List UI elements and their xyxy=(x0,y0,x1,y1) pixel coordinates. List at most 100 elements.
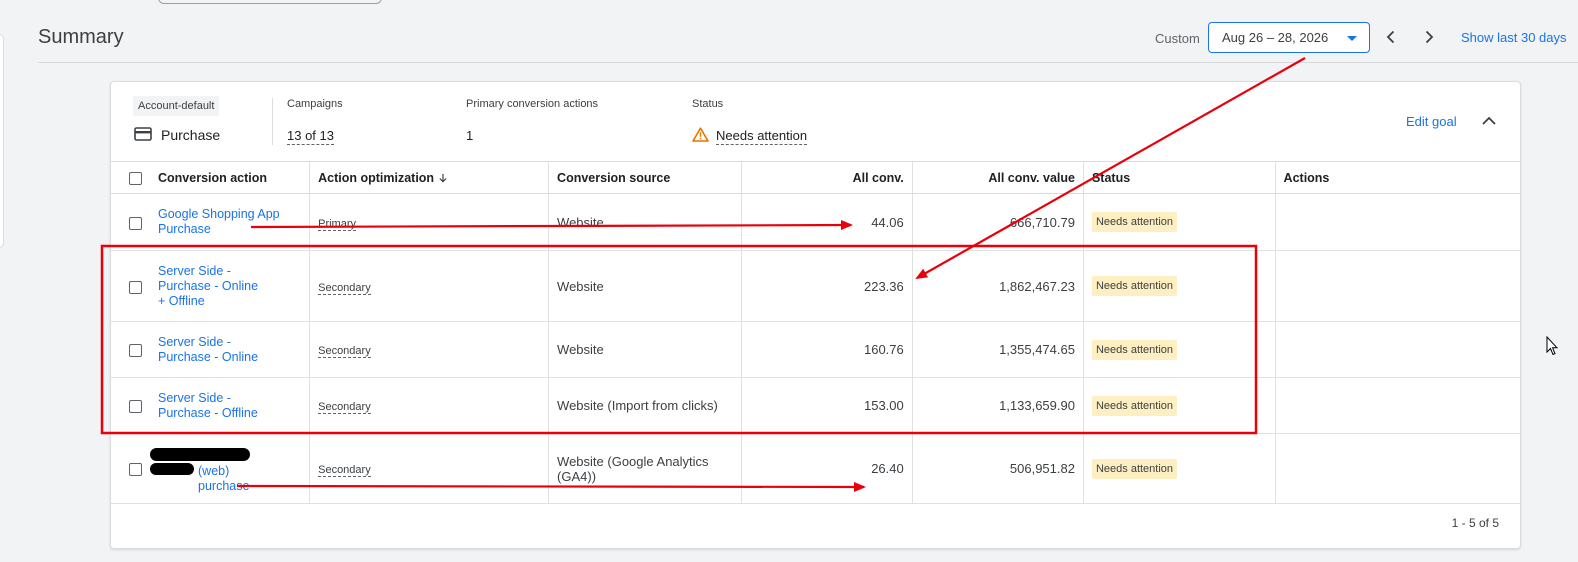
table-row: Server Side - Purchase - Offline Seconda… xyxy=(111,377,1520,434)
conversion-action-cell: Google Shopping App Purchase xyxy=(150,193,310,251)
actions-cell xyxy=(1274,193,1520,251)
mouse-cursor-icon xyxy=(1546,336,1558,356)
table-row: (web) purchase Secondary Website (Google… xyxy=(111,433,1520,504)
action-optimization-value[interactable]: Secondary xyxy=(318,464,371,477)
row-checkbox[interactable] xyxy=(129,463,142,477)
row-checkbox[interactable] xyxy=(129,400,142,414)
campaigns-label: Campaigns xyxy=(287,98,343,110)
select-all-checkbox[interactable] xyxy=(129,171,142,185)
status-badge: Needs attention xyxy=(1091,339,1178,360)
campaigns-value[interactable]: 13 of 13 xyxy=(287,128,334,145)
optimization-cell: Secondary xyxy=(309,321,549,378)
chevron-up-icon[interactable] xyxy=(1479,111,1499,131)
source-cell: Website (Import from clicks) xyxy=(548,377,742,434)
table-header-row: Conversion action Action optimization Co… xyxy=(111,161,1520,194)
conversion-action-cell: Server Side - Purchase - Online xyxy=(150,321,310,378)
status-badge: Needs attention xyxy=(1091,276,1178,296)
actions-cell xyxy=(1274,321,1520,378)
page-root: Summary Custom Aug 26 – 28, 2026 Show la… xyxy=(0,0,1578,562)
optimization-cell: Secondary xyxy=(309,250,549,322)
row-checkbox[interactable] xyxy=(129,344,142,358)
all-conv-cell: 44.06 xyxy=(740,193,913,251)
column-all-conv-value[interactable]: All conv. value xyxy=(911,161,1084,194)
previous-period-button[interactable] xyxy=(1380,26,1402,48)
goal-status-value[interactable]: Needs attention xyxy=(716,128,808,145)
actions-cell xyxy=(1274,433,1520,504)
conversion-action-cell: Server Side - Purchase - Offline xyxy=(150,377,310,434)
goal-divider xyxy=(272,98,273,145)
action-optimization-value[interactable]: Secondary xyxy=(318,401,371,414)
source-cell: Website xyxy=(548,193,742,251)
top-partial-field xyxy=(158,0,382,4)
column-action-optimization-label: Action optimization xyxy=(318,170,435,185)
row-select-cell xyxy=(111,250,150,322)
all-conv-value-cell: 666,710.79 xyxy=(911,193,1084,251)
range-type-label: Custom xyxy=(1155,31,1200,46)
credit-card-icon xyxy=(134,127,152,141)
all-conv-value-cell: 506,951.82 xyxy=(911,433,1084,504)
optimization-cell: Secondary xyxy=(309,377,549,434)
conversion-actions-table: Conversion action Action optimization Co… xyxy=(111,161,1520,504)
conversion-action-link[interactable]: Server Side - Purchase - Offline xyxy=(158,391,268,421)
row-select-cell xyxy=(111,193,150,251)
title-divider xyxy=(38,62,1578,63)
select-all-cell xyxy=(111,161,150,194)
row-select-cell xyxy=(111,321,150,378)
all-conv-value-cell: 1,355,474.65 xyxy=(911,321,1084,378)
action-optimization-value[interactable]: Secondary xyxy=(318,281,371,295)
column-all-conv[interactable]: All conv. xyxy=(740,161,913,194)
dropdown-caret-icon xyxy=(1347,36,1357,41)
source-cell: Website xyxy=(548,250,742,322)
conversion-action-link[interactable]: Server Side - Purchase - Online xyxy=(158,335,268,365)
action-optimization-value[interactable]: Secondary xyxy=(318,345,371,358)
page-title: Summary xyxy=(38,26,124,48)
action-optimization-value[interactable]: Primary xyxy=(318,217,356,231)
conversion-action-cell: (web) purchase xyxy=(150,433,310,504)
next-period-button[interactable] xyxy=(1418,26,1440,48)
show-last-30-days-link[interactable]: Show last 30 days xyxy=(1461,30,1567,45)
column-status[interactable]: Status xyxy=(1082,161,1276,194)
all-conv-cell: 160.76 xyxy=(740,321,913,378)
conversion-action-link[interactable]: Google Shopping App Purchase xyxy=(158,207,301,237)
actions-cell xyxy=(1274,250,1520,322)
table-row: Google Shopping App Purchase Primary Web… xyxy=(111,193,1520,251)
goal-name: Purchase xyxy=(161,127,221,143)
row-checkbox[interactable] xyxy=(129,216,142,230)
status-cell: Needs attention xyxy=(1082,250,1276,322)
warning-icon xyxy=(692,127,709,142)
conversion-action-link[interactable]: (web) purchase xyxy=(198,464,268,494)
table-row: Server Side - Purchase - Online Secondar… xyxy=(111,321,1520,378)
status-cell: Needs attention xyxy=(1082,321,1276,378)
source-cell: Website (Google Analytics (GA4)) xyxy=(548,433,742,504)
all-conv-value-cell: 1,862,467.23 xyxy=(911,250,1084,322)
sort-arrow-down-icon xyxy=(439,174,447,183)
status-cell: Needs attention xyxy=(1082,377,1276,434)
status-cell: Needs attention xyxy=(1082,193,1276,251)
column-action-optimization[interactable]: Action optimization xyxy=(309,161,549,194)
primary-actions-value: 1 xyxy=(466,128,474,143)
goal-category-chip: Account-default xyxy=(133,96,220,116)
status-cell: Needs attention xyxy=(1082,433,1276,504)
edit-goal-button[interactable]: Edit goal xyxy=(1406,114,1457,129)
all-conv-cell: 153.00 xyxy=(740,377,913,434)
left-partial-panel xyxy=(0,34,4,248)
date-range-value: Aug 26 – 28, 2026 xyxy=(1222,30,1329,45)
row-select-cell xyxy=(111,433,150,504)
conversion-source-value: Website (Google Analytics (GA4)) xyxy=(557,453,709,484)
optimization-cell: Secondary xyxy=(309,433,549,504)
source-cell: Website xyxy=(548,321,742,378)
column-conversion-source[interactable]: Conversion source xyxy=(548,161,742,194)
chevron-left-icon xyxy=(1386,30,1395,44)
date-range-picker[interactable]: Aug 26 – 28, 2026 xyxy=(1208,22,1370,53)
actions-cell xyxy=(1274,377,1520,434)
status-badge: Needs attention xyxy=(1091,458,1178,479)
column-conversion-action[interactable]: Conversion action xyxy=(150,161,310,194)
conversion-action-link[interactable]: Server Side - Purchase - Online + Offlin… xyxy=(158,264,268,309)
status-label: Status xyxy=(692,98,724,110)
row-select-cell xyxy=(111,377,150,434)
status-badge: Needs attention xyxy=(1091,395,1178,416)
row-checkbox[interactable] xyxy=(129,280,142,294)
primary-actions-label: Primary conversion actions xyxy=(466,98,599,110)
redaction-mark xyxy=(150,463,194,475)
status-badge: Needs attention xyxy=(1091,212,1178,232)
